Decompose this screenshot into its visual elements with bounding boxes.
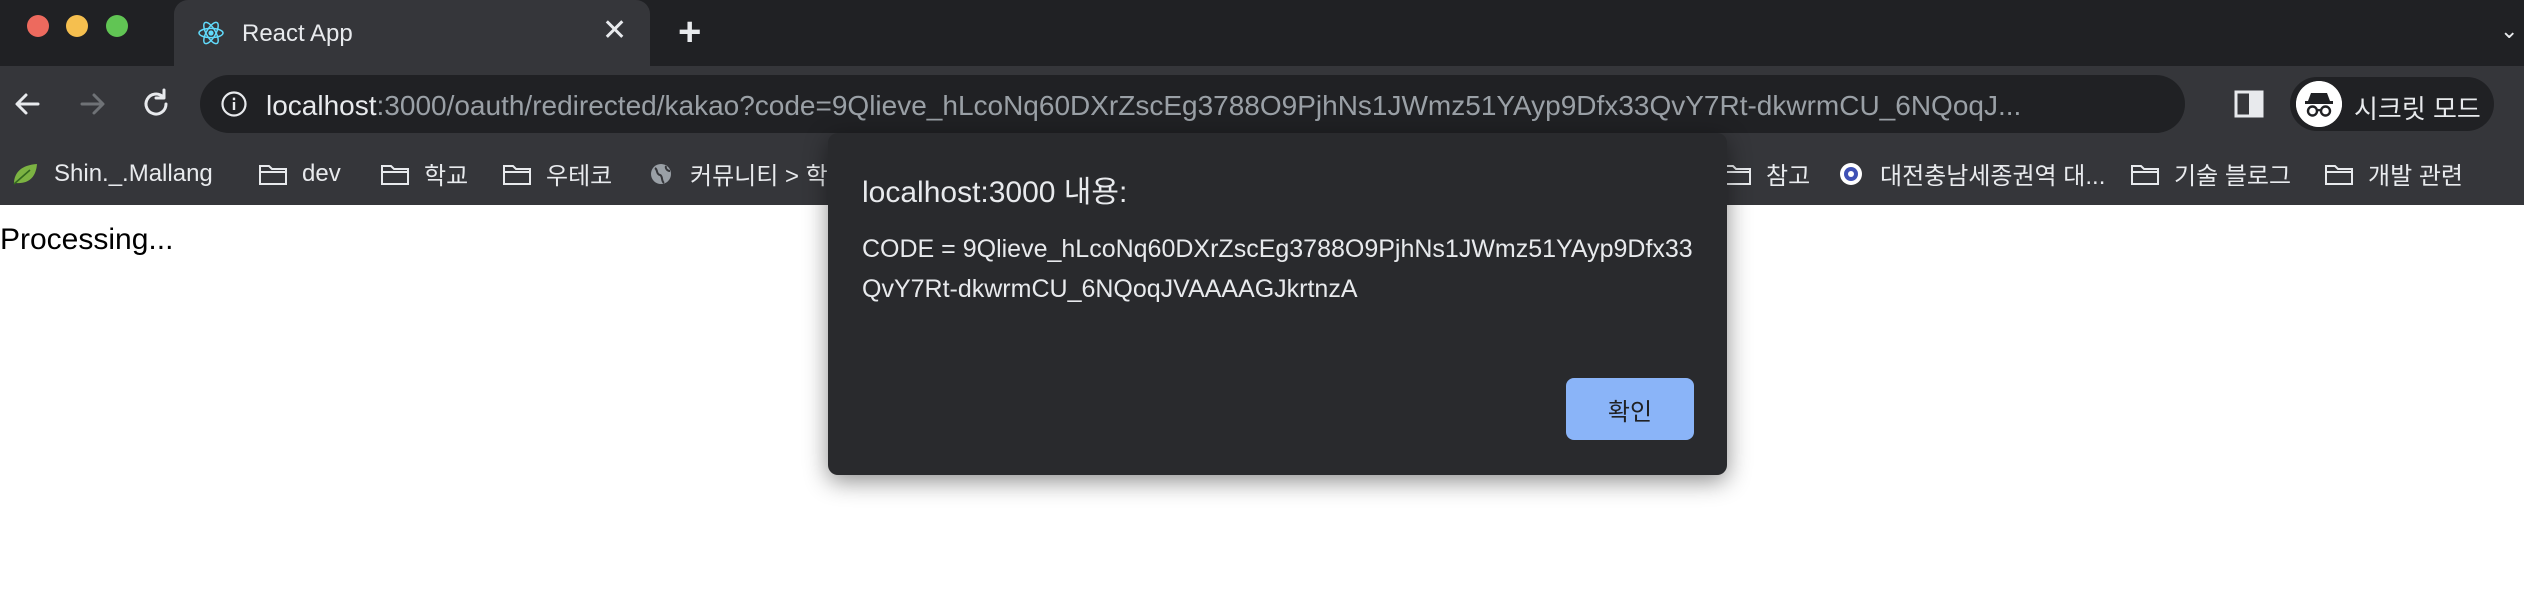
dialog-message: CODE = 9Qlieve_hLcoNq60DXrZscEg3788O9Pjh… [862,235,1693,303]
bookmark-community[interactable]: 커뮤니티 > 학 [646,142,828,205]
zoom-window-button[interactable] [106,15,128,37]
bookmark-shin-mallang[interactable]: Shin._.Mallang [10,142,213,205]
site-info-icon[interactable] [220,90,248,118]
alert-dialog: localhost:3000 내용: CODE = 9Qlieve_hLcoNq… [828,133,1727,475]
dialog-title: localhost:3000 내용: [862,176,1128,209]
minimize-window-button[interactable] [66,15,88,37]
close-tab-icon[interactable]: ✕ [602,16,627,46]
url-host: localhost [266,90,377,121]
reload-icon[interactable] [136,84,176,124]
emblem-icon [1840,162,1862,185]
bookmark-folder-school[interactable]: 학교 [380,142,468,205]
close-window-button[interactable] [27,15,49,37]
incognito-label: 시크릿 모드 [2354,94,2481,124]
incognito-profile-button[interactable]: 시크릿 모드 [2290,77,2494,131]
ok-button[interactable]: 확인 [1566,378,1694,440]
back-arrow-icon[interactable] [8,84,48,124]
toolbar: localhost:3000/oauth/redirected/kakao?co… [0,66,2524,142]
incognito-icon [2296,81,2342,127]
folder-icon [2131,164,2159,185]
url-text[interactable]: localhost:3000/oauth/redirected/kakao?co… [266,90,2021,122]
bookmark-daejeon-region[interactable]: 대전충남세종권역 대... [1836,142,2105,205]
leaf-icon [13,163,37,185]
bookmark-folder-tech-blog[interactable]: 기술 블로그 [2130,142,2291,205]
folder-icon [2325,164,2353,185]
bookmark-folder-dev[interactable]: dev [258,142,341,205]
bookmark-folder-dev-related[interactable]: 개발 관련 [2324,142,2463,205]
tab-strip: React App ✕ + ⌄ [0,0,2524,66]
forward-arrow-icon[interactable] [72,84,112,124]
processing-text: Processing... [0,223,174,256]
tab-react-app[interactable]: React App ✕ [174,0,650,66]
bookmark-folder-reference[interactable]: 참고 [1722,142,1810,205]
tab-search-chevron-icon[interactable]: ⌄ [2500,18,2518,44]
tab-title: React App [242,20,353,47]
globe-icon [651,163,671,184]
bookmark-folder-wootecho[interactable]: 우테코 [502,142,612,205]
folder-icon [503,164,531,185]
react-logo-icon [198,21,224,45]
address-bar[interactable]: localhost:3000/oauth/redirected/kakao?co… [200,75,2367,133]
url-path: :3000/oauth/redirected/kakao?code=9Qliev… [376,90,2022,121]
new-tab-button[interactable]: + [678,12,701,52]
side-panel-icon[interactable] [2234,90,2264,118]
folder-icon [259,164,287,185]
folder-icon [381,164,409,185]
